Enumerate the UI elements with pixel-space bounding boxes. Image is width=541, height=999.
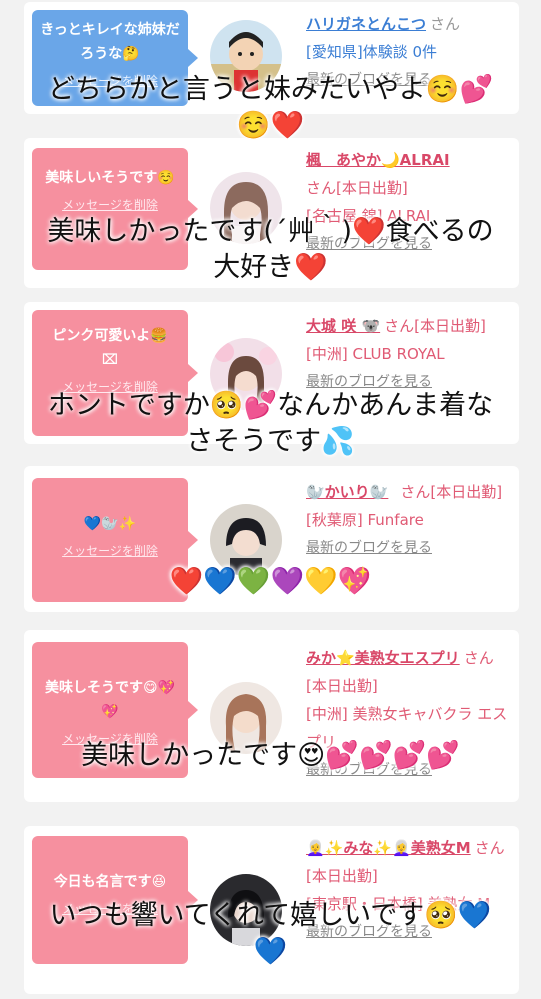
message-text: きっとキレイな姉妹だろうな🤔 [40,22,180,62]
sender-info: 🦭かいり🦭 さん[本日出勤] [秋葉原] Funfare 最新のブログを見る [306,478,512,562]
sender-shop: [秋葉原] Funfare [306,511,424,529]
sender-honorific: さん [430,15,461,33]
overlay-caption: 美味しかったです(´艸｀)❤️食べるの 大好き❤️ [47,216,494,283]
message-text: 美味しそうです😋💖💖 [44,680,176,720]
overlay-caption: ❤️💙💚💜💛💖 [169,566,372,597]
overlay-caption: いつも響いてくれて嬉しいです🥺💙 💙 [49,900,492,967]
message-glyph: ⌧ [101,352,119,368]
message-text: 美味しいそうです☺️ [45,170,175,186]
sender-shop: [愛知県]体験談 0件 [306,43,438,61]
sender-shop: [中洲] CLUB ROYAL [306,345,445,363]
sender-honorific: さん[本日出勤] [384,317,486,335]
delete-message-link[interactable]: メッセージを削除 [38,196,182,213]
sender-honorific: さん[本日出勤] [400,483,503,501]
message-text: ピンク可愛いよ🍔 [52,328,168,344]
overlay-caption: どちらかと言うと妹みたいやよ☺️💕 ☺️❤️ [47,74,494,141]
sender-honorific: さん[本日出勤] [306,179,408,197]
overlay-caption: 美味しかったです😍💕💕💕💕 [81,740,460,771]
sender-name-link[interactable]: 楓 あやか🌙ALRAI [306,151,450,169]
sender-name-link[interactable]: 大城 咲 🐨 [306,317,380,335]
sender-info: 大城 咲 🐨 さん[本日出勤] [中洲] CLUB ROYAL 最新のブログを見る [306,312,512,396]
overlay-caption: ホントですか🥺💕なんかあんま着な さそうです💦 [47,390,494,457]
sender-name-link[interactable]: 👩‍🦳✨みな✨👩‍🦳美熟女M [306,839,471,857]
message-text: 💙🦭✨ [83,516,137,532]
message-text: 今日も名言です😆 [53,874,167,890]
delete-message-link[interactable]: メッセージを削除 [38,542,182,559]
sender-name-link[interactable]: 🦭かいり🦭 [306,483,388,501]
sender-name-link[interactable]: ハリガネとんこつ [306,15,426,33]
sender-name-link[interactable]: みか⭐美熟女エスプリ [306,649,460,667]
message-card: 美味しそうです😋💖💖 メッセージを削除 みか⭐美熟女エスプリ さん[本日出勤] [… [24,630,519,802]
blog-link[interactable]: 最新のブログを見る [306,534,512,562]
